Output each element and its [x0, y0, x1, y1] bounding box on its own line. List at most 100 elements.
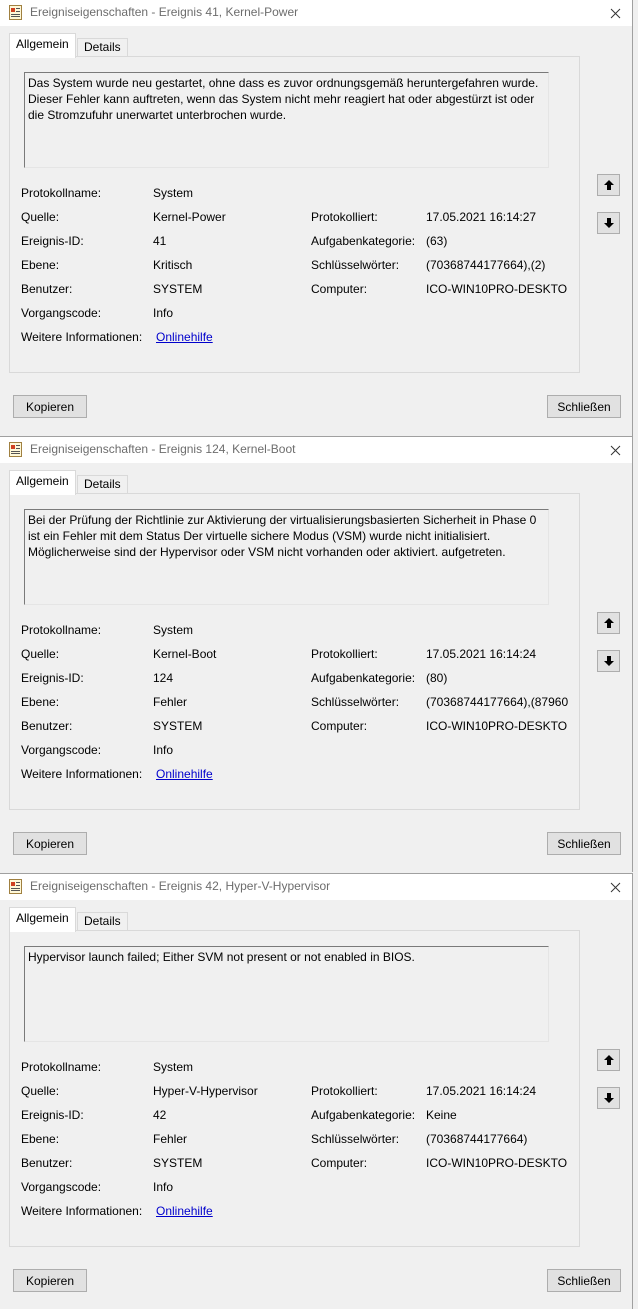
event-viewer-icon: [9, 879, 22, 894]
label-level: Ebene:: [21, 258, 60, 272]
arrow-up-icon: [603, 180, 614, 190]
label-user: Benutzer:: [21, 719, 73, 733]
label-logged: Protokolliert:: [311, 647, 378, 661]
event-properties-window-3: Ereigniseigenschaften - Ereignis 42, Hyp…: [0, 873, 633, 1309]
arrow-down-icon: [603, 1093, 614, 1103]
value-level[interactable]: Fehler: [153, 695, 187, 709]
copy-button[interactable]: Kopieren: [13, 832, 87, 855]
online-help-link[interactable]: Onlinehilfe: [156, 330, 213, 344]
previous-event-button[interactable]: [597, 1049, 620, 1071]
label-opcode: Vorgangscode:: [21, 1180, 102, 1194]
title-bar[interactable]: Ereigniseigenschaften - Ereignis 41, Ker…: [0, 0, 632, 26]
value-source[interactable]: Hyper-V-Hypervisor: [153, 1084, 258, 1098]
label-more-info: Weitere Informationen:: [21, 1204, 143, 1218]
label-computer: Computer:: [311, 719, 368, 733]
tab-general[interactable]: Allgemein: [9, 33, 76, 58]
value-keywords[interactable]: (70368744177664),(2): [426, 258, 545, 272]
previous-event-button[interactable]: [597, 612, 620, 634]
value-protocol-name[interactable]: System: [153, 1060, 193, 1074]
label-event-id: Ereignis-ID:: [21, 234, 84, 248]
close-icon: [610, 8, 620, 18]
label-keywords: Schlüsselwörter:: [311, 1132, 400, 1146]
value-source[interactable]: Kernel-Power: [153, 210, 226, 224]
arrow-down-icon: [603, 656, 614, 666]
event-description[interactable]: Bei der Prüfung der Richtlinie zur Aktiv…: [24, 509, 549, 605]
title-bar[interactable]: Ereigniseigenschaften - Ereignis 42, Hyp…: [0, 874, 632, 900]
label-more-info: Weitere Informationen:: [21, 330, 143, 344]
arrow-up-icon: [603, 618, 614, 628]
value-opcode[interactable]: Info: [153, 743, 173, 757]
event-viewer-icon: [9, 5, 22, 20]
label-opcode: Vorgangscode:: [21, 743, 102, 757]
value-event-id[interactable]: 41: [153, 234, 166, 248]
label-protocol-name: Protokollname:: [21, 623, 102, 637]
value-keywords[interactable]: (70368744177664),(87960: [426, 695, 568, 709]
label-level: Ebene:: [21, 1132, 60, 1146]
close-button[interactable]: Schließen: [547, 832, 621, 855]
window-title: Ereigniseigenschaften - Ereignis 124, Ke…: [30, 442, 296, 456]
value-logged[interactable]: 17.05.2021 16:14:24: [426, 1084, 536, 1098]
close-icon: [610, 882, 620, 892]
value-event-id[interactable]: 124: [153, 671, 173, 685]
previous-event-button[interactable]: [597, 174, 620, 196]
value-level[interactable]: Fehler: [153, 1132, 187, 1146]
label-event-id: Ereignis-ID:: [21, 671, 84, 685]
close-icon: [610, 445, 620, 455]
copy-button[interactable]: Kopieren: [13, 1269, 87, 1292]
label-task-category: Aufgabenkategorie:: [311, 234, 416, 248]
close-window-button[interactable]: [598, 0, 632, 26]
tab-details[interactable]: Details: [77, 912, 128, 931]
value-keywords[interactable]: (70368744177664): [426, 1132, 527, 1146]
label-more-info: Weitere Informationen:: [21, 767, 143, 781]
value-user[interactable]: SYSTEM: [153, 282, 202, 296]
value-source[interactable]: Kernel-Boot: [153, 647, 216, 661]
value-event-id[interactable]: 42: [153, 1108, 166, 1122]
next-event-button[interactable]: [597, 1087, 620, 1109]
value-protocol-name[interactable]: System: [153, 623, 193, 637]
label-keywords: Schlüsselwörter:: [311, 258, 400, 272]
label-user: Benutzer:: [21, 1156, 73, 1170]
event-description[interactable]: Das System wurde neu gestartet, ohne das…: [24, 72, 549, 168]
value-user[interactable]: SYSTEM: [153, 1156, 202, 1170]
label-task-category: Aufgabenkategorie:: [311, 671, 416, 685]
tab-details[interactable]: Details: [77, 475, 128, 494]
value-computer[interactable]: ICO-WIN10PRO-DESKTO: [426, 719, 567, 733]
value-logged[interactable]: 17.05.2021 16:14:27: [426, 210, 536, 224]
label-logged: Protokolliert:: [311, 210, 378, 224]
label-event-id: Ereignis-ID:: [21, 1108, 84, 1122]
value-task-category[interactable]: Keine: [426, 1108, 457, 1122]
label-protocol-name: Protokollname:: [21, 186, 102, 200]
online-help-link[interactable]: Onlinehilfe: [156, 1204, 213, 1218]
value-computer[interactable]: ICO-WIN10PRO-DESKTO: [426, 282, 567, 296]
value-user[interactable]: SYSTEM: [153, 719, 202, 733]
value-protocol-name[interactable]: System: [153, 186, 193, 200]
tab-general[interactable]: Allgemein: [9, 470, 76, 495]
close-window-button[interactable]: [598, 874, 632, 900]
close-window-button[interactable]: [598, 437, 632, 463]
event-properties-window-2: Ereigniseigenschaften - Ereignis 124, Ke…: [0, 436, 633, 872]
value-task-category[interactable]: (63): [426, 234, 447, 248]
label-keywords: Schlüsselwörter:: [311, 695, 400, 709]
copy-button[interactable]: Kopieren: [13, 395, 87, 418]
tab-general[interactable]: Allgemein: [9, 907, 76, 932]
next-event-button[interactable]: [597, 650, 620, 672]
value-task-category[interactable]: (80): [426, 671, 447, 685]
value-opcode[interactable]: Info: [153, 1180, 173, 1194]
value-computer[interactable]: ICO-WIN10PRO-DESKTO: [426, 1156, 567, 1170]
event-properties-window-1: Ereigniseigenschaften - Ereignis 41, Ker…: [0, 0, 633, 436]
arrow-down-icon: [603, 218, 614, 228]
close-button[interactable]: Schließen: [547, 1269, 621, 1292]
label-level: Ebene:: [21, 695, 60, 709]
tab-details[interactable]: Details: [77, 38, 128, 57]
label-source: Quelle:: [21, 210, 60, 224]
close-button[interactable]: Schließen: [547, 395, 621, 418]
value-opcode[interactable]: Info: [153, 306, 173, 320]
title-bar[interactable]: Ereigniseigenschaften - Ereignis 124, Ke…: [0, 437, 632, 463]
arrow-up-icon: [603, 1055, 614, 1065]
online-help-link[interactable]: Onlinehilfe: [156, 767, 213, 781]
value-logged[interactable]: 17.05.2021 16:14:24: [426, 647, 536, 661]
window-title: Ereigniseigenschaften - Ereignis 42, Hyp…: [30, 879, 331, 893]
event-description[interactable]: Hypervisor launch failed; Either SVM not…: [24, 946, 549, 1042]
value-level[interactable]: Kritisch: [153, 258, 192, 272]
next-event-button[interactable]: [597, 212, 620, 234]
